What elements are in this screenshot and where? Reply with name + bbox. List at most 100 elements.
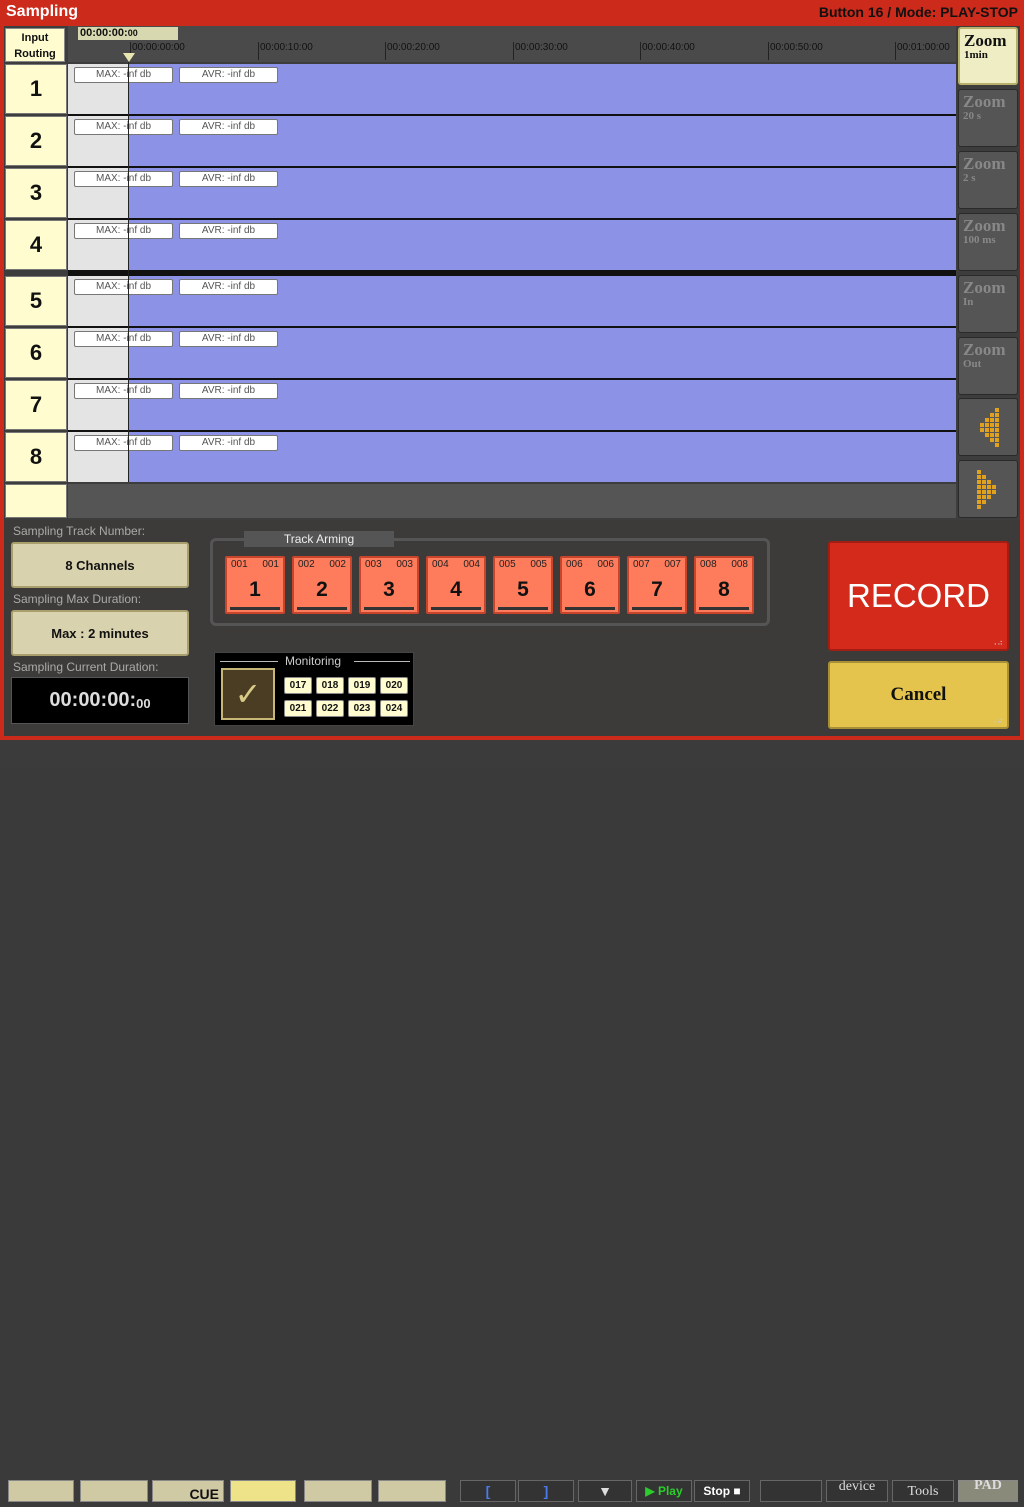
arm-track-button-1[interactable]: 001 001 1 [225, 556, 285, 614]
zoom-button-out[interactable]: Zoom Out [958, 337, 1018, 395]
track-lane[interactable]: MAX: -inf db AVR: -inf db [68, 64, 956, 114]
bg-device-button: device [826, 1480, 888, 1502]
scroll-left-button[interactable] [958, 398, 1018, 456]
arm-input-number: 001 [231, 559, 248, 570]
arm-track-button-3[interactable]: 003 003 3 [359, 556, 419, 614]
zoom-subtitle: 100 ms [963, 234, 996, 246]
track-button-6[interactable]: 6 [5, 328, 67, 378]
ruler-tick-label: 00:00:30:00 [515, 42, 568, 53]
track-lane[interactable]: MAX: -inf db AVR: -inf db [68, 116, 956, 166]
scroll-right-button[interactable] [958, 460, 1018, 518]
zoom-title: Zoom [963, 154, 1006, 173]
max-duration-button[interactable]: Max : 2 minutes [11, 610, 189, 656]
arm-level-bar [364, 607, 414, 610]
arm-level-bar [498, 607, 548, 610]
avr-meter: AVR: -inf db [179, 223, 278, 239]
monitor-channel-019[interactable]: 019 [348, 677, 376, 694]
arrow-dot [995, 438, 999, 442]
record-button[interactable]: RECORD ⠠⠴ [828, 541, 1009, 651]
arm-input-number: 004 [432, 559, 449, 570]
monitor-channel-018[interactable]: 018 [316, 677, 344, 694]
ruler-tick-label: 00:00:50:00 [770, 42, 823, 53]
arm-track-number: 2 [316, 578, 328, 601]
track-button-4[interactable]: 4 [5, 220, 67, 270]
arrow-dot [977, 500, 981, 504]
zoom-button-20s[interactable]: Zoom 20 s [958, 89, 1018, 147]
arm-track-button-7[interactable]: 007 007 7 [627, 556, 687, 614]
corner-grip-icon: ⠠⠴ [991, 716, 1003, 725]
arrow-dot [977, 485, 981, 489]
arrow-dot [990, 438, 994, 442]
monitor-channel-024[interactable]: 024 [380, 700, 408, 717]
current-time-display: 00:00:00:00 [78, 27, 178, 40]
max-meter: MAX: -inf db [74, 119, 173, 135]
monitor-channel-022[interactable]: 022 [316, 700, 344, 717]
arrow-dot [985, 433, 989, 437]
zoom-button-2s[interactable]: Zoom 2 s [958, 151, 1018, 209]
arm-track-button-4[interactable]: 004 004 4 [426, 556, 486, 614]
arm-output-number: 004 [463, 559, 480, 570]
arrow-dot [985, 418, 989, 422]
track-group-separator [68, 270, 956, 276]
arrow-dot [990, 418, 994, 422]
arm-output-number: 003 [396, 559, 413, 570]
playhead-marker[interactable] [123, 53, 135, 62]
bg-button [378, 1480, 446, 1502]
arm-track-button-6[interactable]: 006 006 6 [560, 556, 620, 614]
zoom-button-1min[interactable]: Zoom 1min [958, 27, 1018, 85]
routing-label-2: Routing [14, 48, 56, 60]
track-lane[interactable]: MAX: -inf db AVR: -inf db [68, 432, 956, 482]
track-lane[interactable]: MAX: -inf db AVR: -inf db [68, 276, 956, 326]
track-lane[interactable]: MAX: -inf db AVR: -inf db [68, 220, 956, 270]
cancel-label: Cancel [890, 684, 947, 705]
arm-track-number: 3 [383, 578, 395, 601]
track-button-2[interactable]: 2 [5, 116, 67, 166]
ruler-tick [895, 42, 896, 60]
track-number-button[interactable]: 8 Channels [11, 542, 189, 588]
monitor-channel-021[interactable]: 021 [284, 700, 312, 717]
arm-level-bar [565, 607, 615, 610]
arm-track-button-8[interactable]: 008 008 8 [694, 556, 754, 614]
arrow-dot [982, 490, 986, 494]
monitor-channel-020[interactable]: 020 [380, 677, 408, 694]
arrow-dot [995, 408, 999, 412]
track-button-3[interactable]: 3 [5, 168, 67, 218]
arm-track-button-5[interactable]: 005 005 5 [493, 556, 553, 614]
arm-input-number: 007 [633, 559, 650, 570]
playhead-line [128, 62, 129, 482]
arrow-dot [977, 470, 981, 474]
track-lane[interactable]: MAX: -inf db AVR: -inf db [68, 328, 956, 378]
arrow-dot [980, 423, 984, 427]
zoom-button-in[interactable]: Zoom In [958, 275, 1018, 333]
input-routing-button[interactable]: Input Routing [5, 28, 65, 62]
zoom-subtitle: 2 s [963, 172, 976, 184]
arrow-dot [982, 475, 986, 479]
track-button-1[interactable]: 1 [5, 64, 67, 114]
zoom-title: Zoom [963, 216, 1006, 235]
track-button-8[interactable]: 8 [5, 432, 67, 482]
arrow-dot [982, 480, 986, 484]
max-duration-label: Sampling Max Duration: [13, 592, 142, 606]
monitoring-checkbox[interactable]: ✓ [221, 668, 275, 720]
monitor-channel-023[interactable]: 023 [348, 700, 376, 717]
arm-level-bar [699, 607, 749, 610]
track-lane[interactable]: MAX: -inf db AVR: -inf db [68, 380, 956, 430]
track-button-empty[interactable] [5, 484, 67, 518]
arm-track-button-2[interactable]: 002 002 2 [292, 556, 352, 614]
monitor-channel-017[interactable]: 017 [284, 677, 312, 694]
max-meter: MAX: -inf db [74, 383, 173, 399]
arm-track-number: 7 [651, 578, 663, 601]
cancel-button[interactable]: Cancel ⠠⠴ [828, 661, 1009, 729]
corner-grip-icon: ⠠⠴ [991, 638, 1003, 647]
arrow-dot [995, 423, 999, 427]
arm-input-number: 006 [566, 559, 583, 570]
track-button-5[interactable]: 5 [5, 276, 67, 326]
track-button-7[interactable]: 7 [5, 380, 67, 430]
track-empty-area [68, 484, 956, 518]
arrow-dot [990, 423, 994, 427]
arrow-dot [995, 433, 999, 437]
avr-meter: AVR: -inf db [179, 279, 278, 295]
zoom-button-100ms[interactable]: Zoom 100 ms [958, 213, 1018, 271]
arm-output-number: 008 [731, 559, 748, 570]
track-lane[interactable]: MAX: -inf db AVR: -inf db [68, 168, 956, 218]
